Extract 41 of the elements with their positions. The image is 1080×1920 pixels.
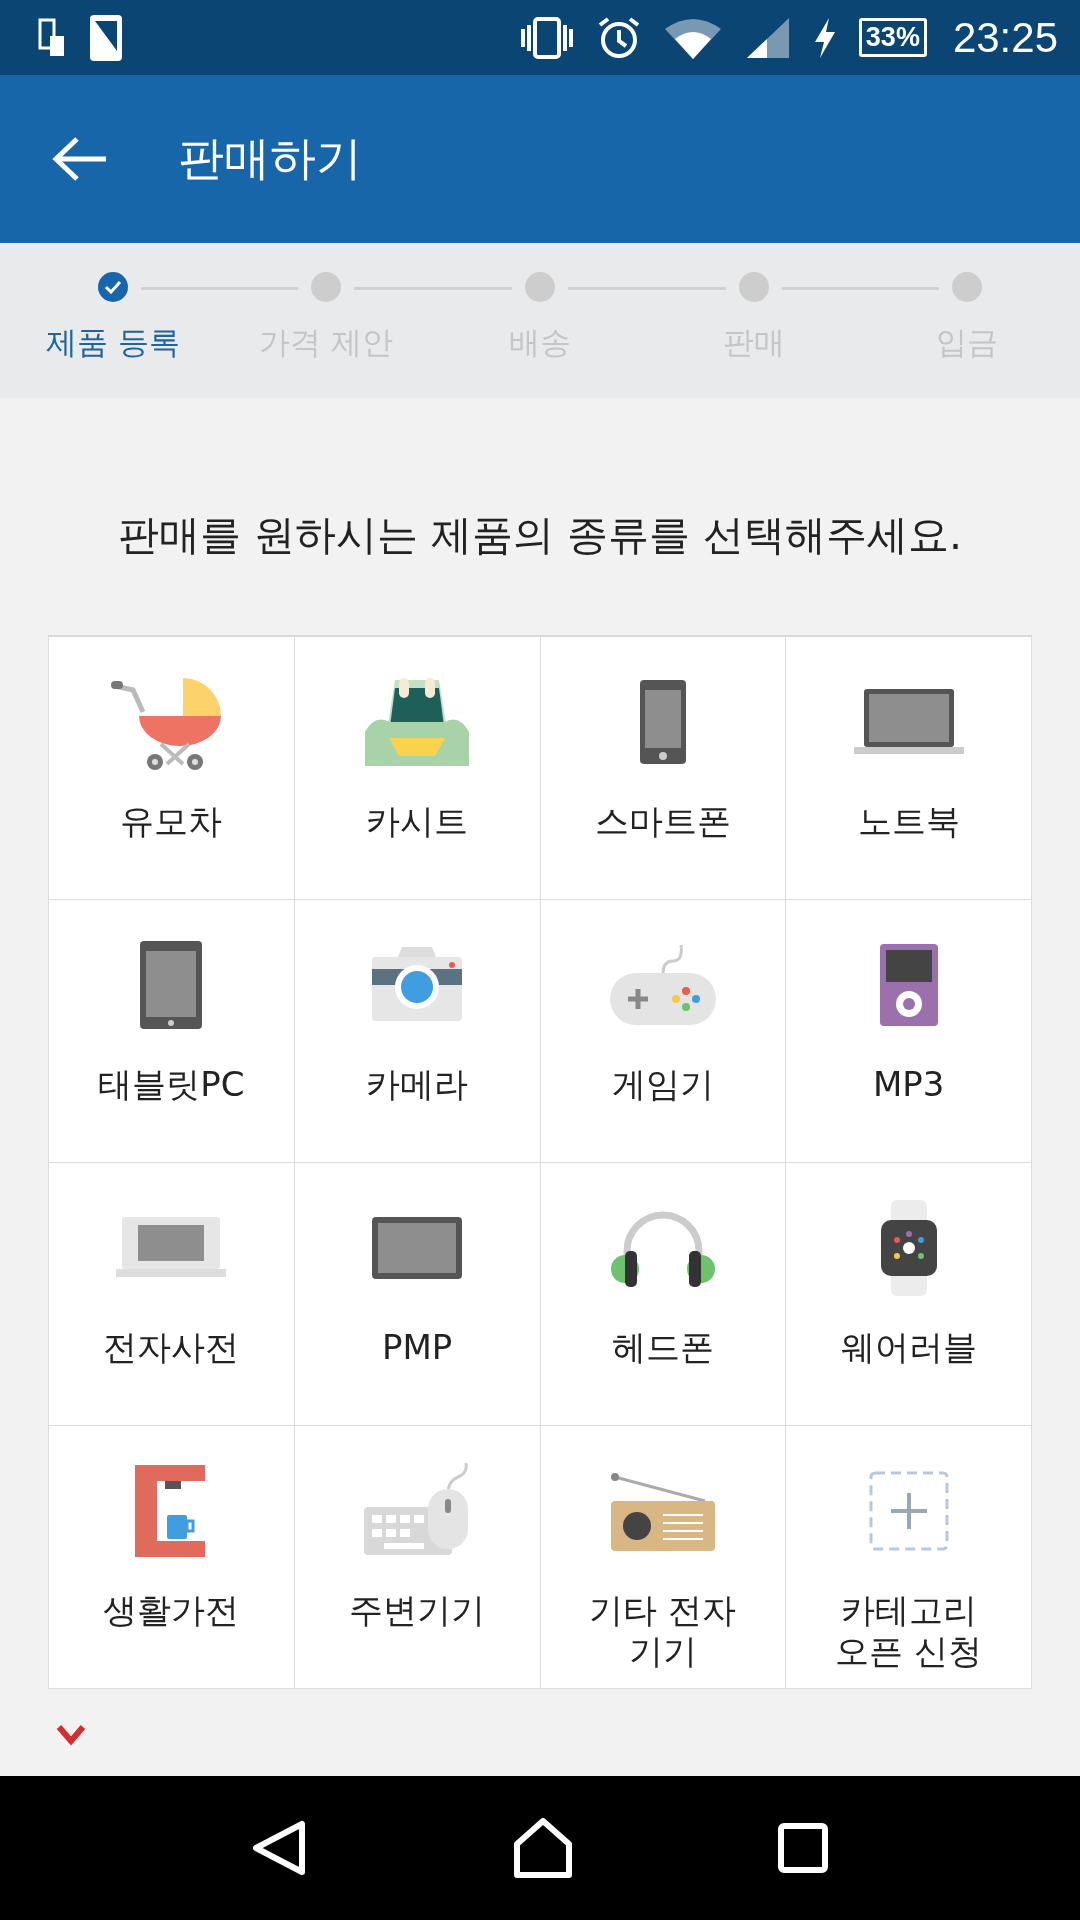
category-label[interactable]: PMP [381, 1327, 453, 1368]
music-player-icon [879, 944, 938, 1026]
category-label[interactable]: 생활가전 [103, 1590, 240, 1631]
back-icon[interactable] [52, 136, 108, 182]
coffee-maker-icon [135, 1465, 208, 1557]
media-player-icon [372, 1217, 463, 1279]
category-label[interactable]: 태블릿PC [98, 1064, 245, 1105]
camera-icon [372, 947, 463, 1023]
category-label[interactable]: 헤드폰 [611, 1327, 714, 1368]
category-label[interactable]: 전자사전 [103, 1327, 240, 1368]
battery-level: 33% [858, 18, 927, 57]
category-label[interactable]: 게임기 [611, 1064, 714, 1105]
laptop-icon [853, 689, 964, 755]
recents-icon[interactable] [777, 1823, 828, 1873]
radio-icon [610, 1471, 715, 1551]
add-category-icon [868, 1471, 949, 1551]
category-label[interactable]: 노트북 [857, 801, 960, 842]
phone-icon [88, 12, 124, 63]
screen-title: 판매하기 [178, 130, 362, 187]
category-label[interactable]: 스마트폰 [594, 801, 731, 842]
step-label: 제품 등록 [45, 323, 180, 362]
gamepad-icon [609, 943, 716, 1027]
home-icon[interactable] [513, 1818, 573, 1878]
alarm-icon [596, 15, 641, 60]
category-label[interactable]: 주변기기 [349, 1590, 486, 1631]
vibrate-icon [518, 16, 575, 59]
tablet-icon [140, 941, 203, 1029]
charging-icon [812, 17, 837, 58]
e-dictionary-icon [116, 1217, 227, 1279]
category-label[interactable]: 카테고리 오픈 신청 [813, 1590, 1004, 1672]
category-label[interactable]: 카시트 [366, 801, 469, 842]
sd-card-icon [38, 17, 66, 58]
category-label[interactable]: 유모차 [120, 801, 223, 842]
category-label[interactable]: MP3 [872, 1064, 945, 1105]
category-label[interactable]: 기타 전자기기 [572, 1590, 753, 1672]
category-label[interactable]: 카메라 [366, 1064, 469, 1105]
prompt-text: 판매를 원하시는 제품의 종류를 선택해주세요. [116, 510, 964, 561]
category-label[interactable]: 웨어러블 [840, 1327, 977, 1368]
smartphone-icon [639, 680, 686, 764]
smartwatch-icon [880, 1200, 937, 1296]
clock: 23:25 [952, 13, 1058, 62]
